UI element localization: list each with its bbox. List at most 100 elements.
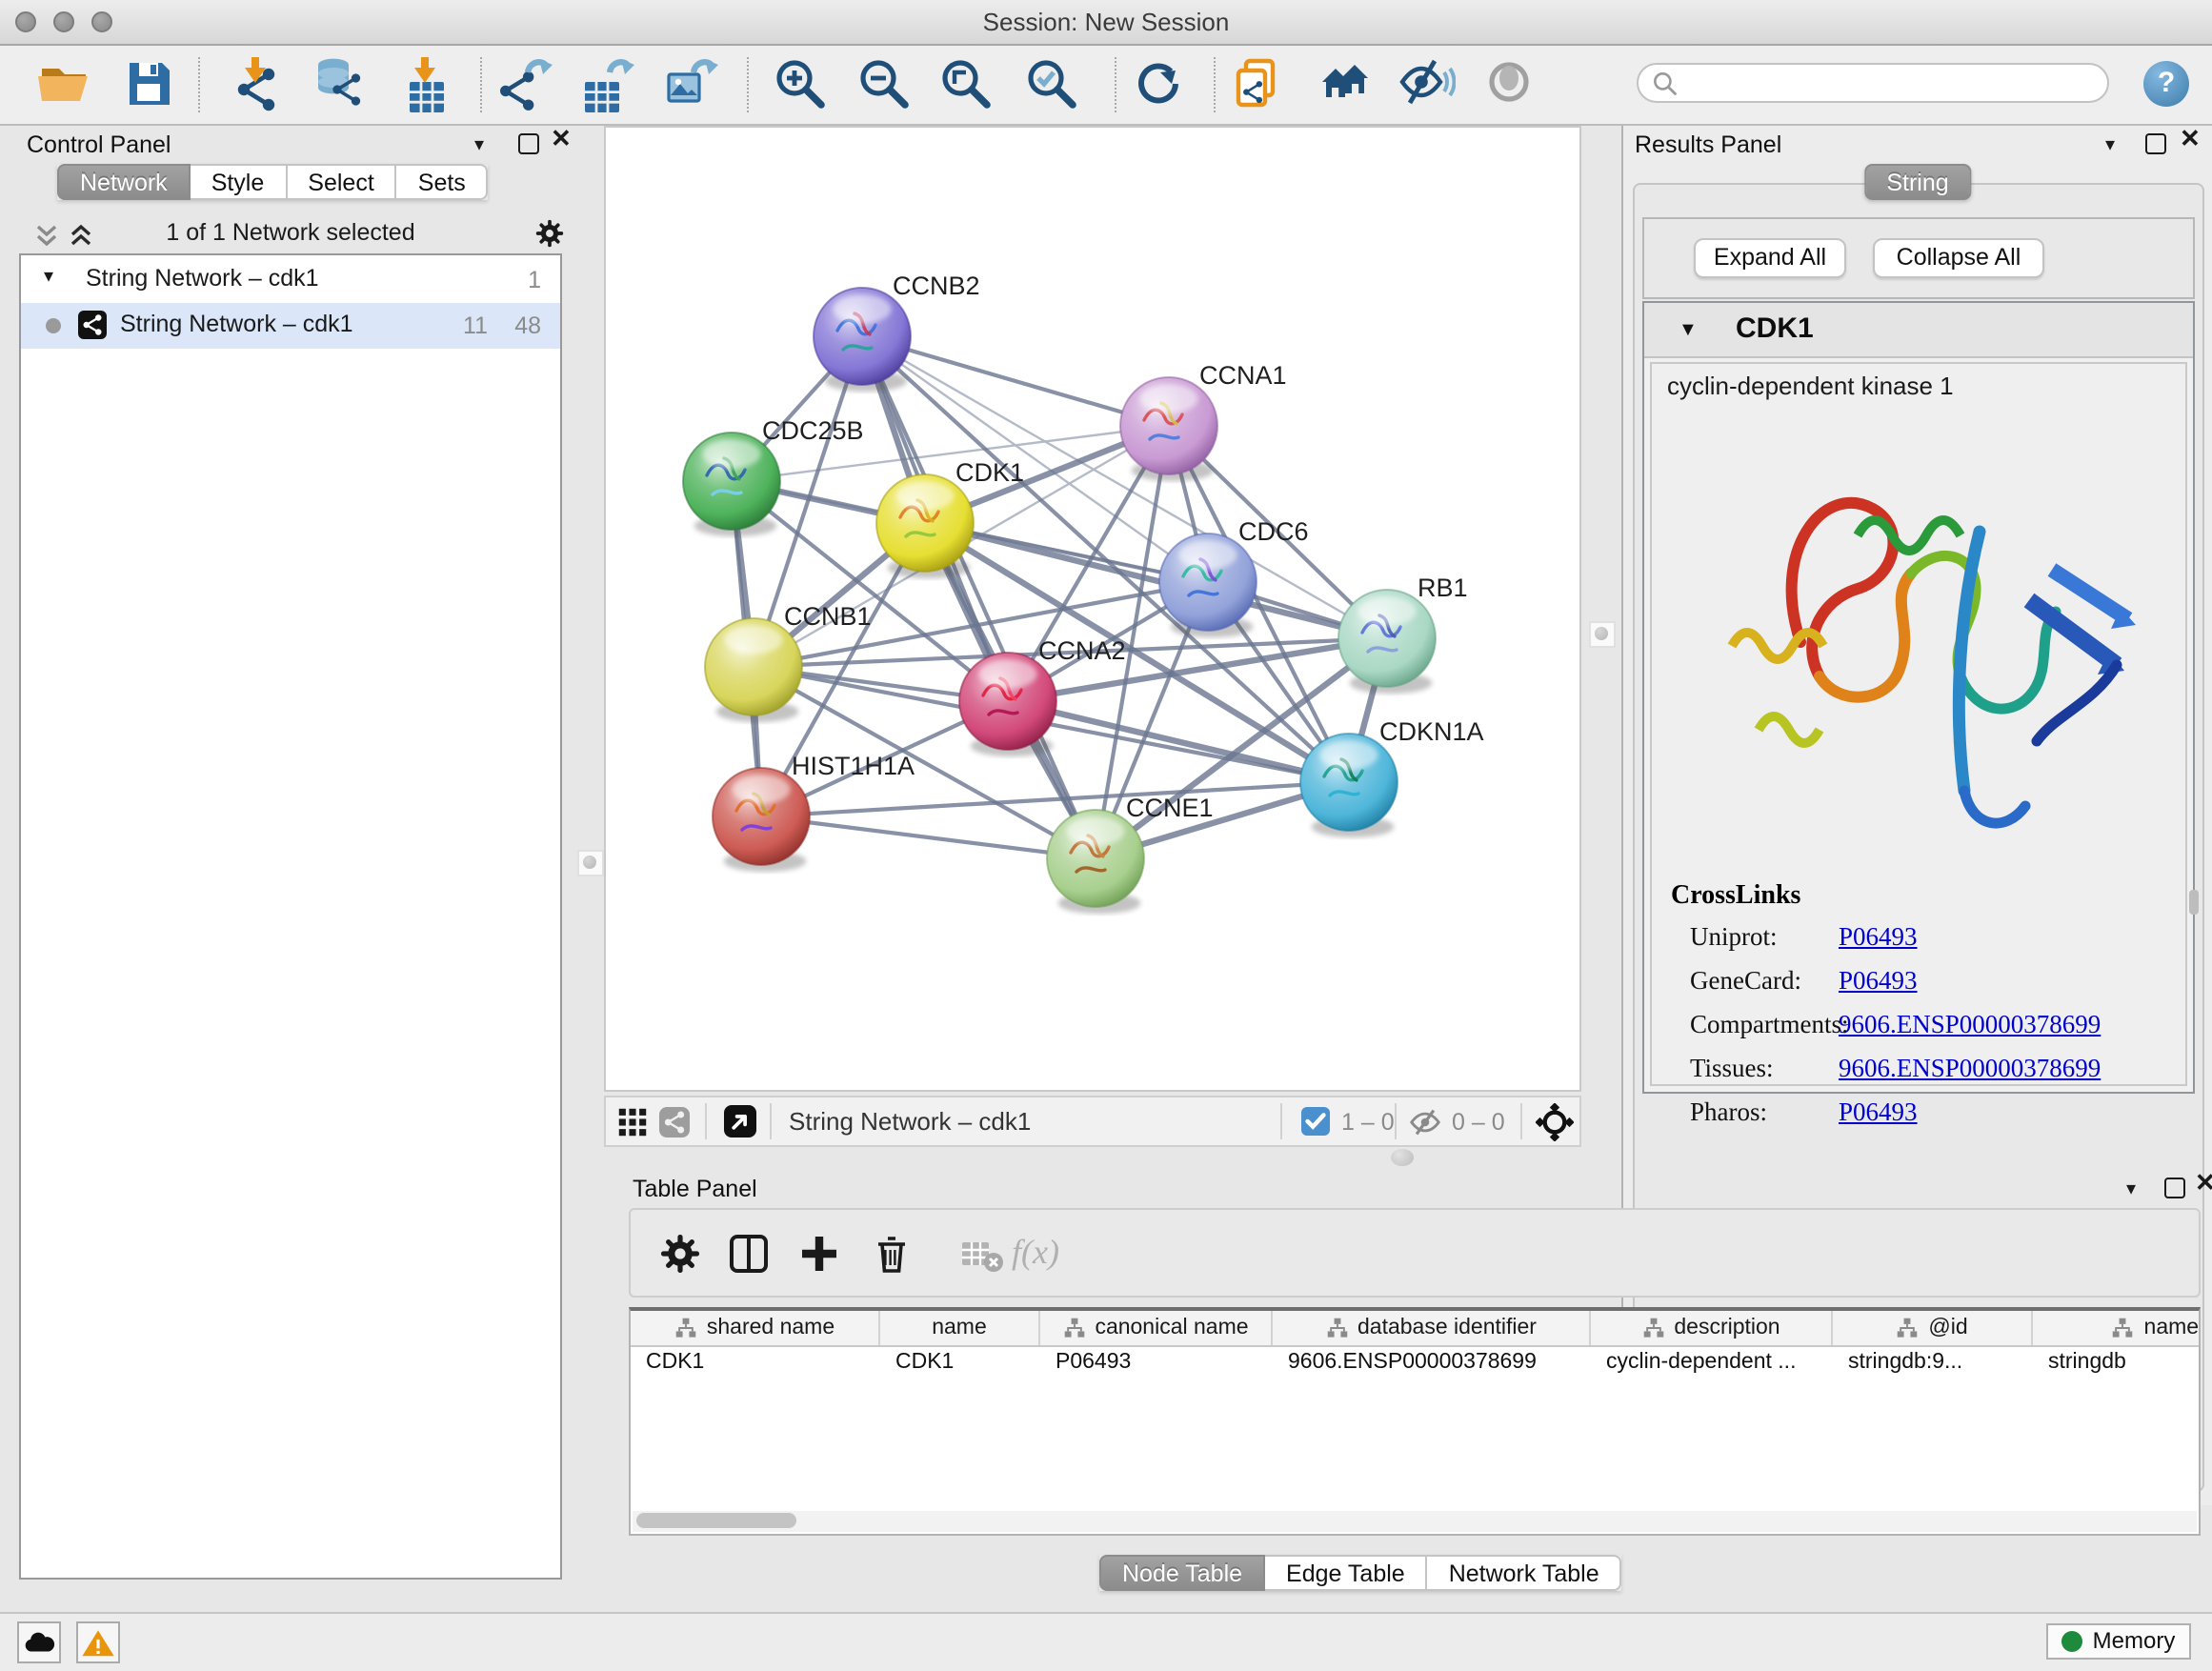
zoom-fit-content-button[interactable] [937,55,995,112]
birdseye-grid-icon[interactable] [617,1107,648,1147]
network-overview-share-icon[interactable] [659,1107,690,1137]
tab-node-table[interactable]: Node Table [1099,1555,1265,1591]
node-CCNA1[interactable] [1120,377,1217,481]
table-cell[interactable]: CDK1 [631,1351,880,1381]
table-cell[interactable]: stringdb [2033,1351,2201,1381]
results-panel-menu-caret-icon[interactable]: ▾ [2105,135,2115,158]
detach-view-arrow-icon[interactable] [724,1105,756,1137]
export-network-button[interactable] [495,55,553,112]
create-column-plus-icon[interactable] [796,1231,842,1277]
search-input[interactable] [1688,67,2096,103]
results-tab-string[interactable]: String [1863,164,1971,200]
column-header-database-identifier[interactable]: database identifier [1273,1311,1591,1345]
hide-selected-button[interactable] [1398,55,1456,112]
control-panel-close-icon[interactable]: ✕ [551,128,572,151]
export-table-button[interactable] [577,55,634,112]
tab-edge-table[interactable]: Edge Table [1265,1555,1428,1591]
save-session-button[interactable] [122,55,179,112]
import-network-from-file-button[interactable] [229,55,286,112]
tab-style[interactable]: Style [191,164,288,200]
memory-button[interactable]: Memory [2046,1623,2191,1660]
gene-collapse-caret-icon[interactable]: ▼ [1679,320,1698,341]
tab-select[interactable]: Select [287,164,397,200]
results-panel-close-icon[interactable]: ✕ [2180,128,2201,151]
import-network-from-database-button[interactable] [311,55,368,112]
right-splitter-handle[interactable] [1589,621,1616,648]
zoom-out-button[interactable] [855,55,913,112]
search-box[interactable] [1637,63,2109,103]
column-header-namespace[interactable]: namespace [2033,1311,2201,1345]
show-columns-icon[interactable] [726,1231,772,1277]
table-cell[interactable]: 9606.ENSP00000378699 [1273,1351,1591,1381]
gene-name: CDK1 [1736,312,1814,345]
network-collection-row[interactable]: ▾ String Network – cdk1 1 [21,257,560,303]
crosslink-link[interactable]: P06493 [1839,922,1918,953]
network-edge-count: 48 [514,312,541,339]
import-table-from-file-button[interactable] [398,55,455,112]
home-networks-icon [1317,55,1374,112]
table-panel-float-icon[interactable] [2164,1178,2185,1198]
edge-CCNA2-CDKN1A[interactable] [1008,701,1349,782]
tab-sets[interactable]: Sets [397,164,489,200]
node-CDKN1A[interactable] [1300,734,1398,837]
node-CDK1[interactable] [876,474,974,578]
apply-preferred-layout-button[interactable] [1128,55,1185,112]
expand-all-button[interactable]: Expand All [1694,238,1846,278]
node-CCNE1[interactable] [1047,810,1144,914]
column-header-name[interactable]: name [880,1311,1040,1345]
table-cell[interactable]: CDK1 [880,1351,1040,1381]
crosslink-link[interactable]: P06493 [1839,1097,1918,1128]
open-session-button[interactable] [36,55,93,112]
network-canvas[interactable]: CCNB2 CCNA1 CDC25B CDK1 CDC6 RB1 CCNB1 C… [604,126,1581,1092]
home-networks-button[interactable] [1317,55,1374,112]
node-CDC25B[interactable] [683,433,780,536]
network-row-selected[interactable]: String Network – cdk1 11 48 [21,303,560,349]
crosslink-link[interactable]: 9606.ENSP00000378699 [1839,1010,2101,1040]
tab-network[interactable]: Network [57,164,191,200]
export-image-button[interactable] [661,55,718,112]
table-options-gear-icon[interactable] [657,1231,703,1277]
table-cell[interactable]: stringdb:9... [1833,1351,2033,1381]
help-button[interactable]: ? [2143,61,2189,107]
open-session-icon [36,55,93,112]
hidden-eye-slash-icon[interactable] [1408,1107,1442,1147]
selected-checkbox-icon[interactable] [1301,1107,1330,1136]
table-panel-close-icon[interactable]: ✕ [2195,1172,2212,1195]
scrollbar-thumb[interactable] [636,1513,796,1528]
column-header-canonical-name[interactable]: canonical name [1040,1311,1273,1345]
column-header-shared-name[interactable]: shared name [631,1311,880,1345]
table-cell[interactable]: P06493 [1040,1351,1273,1381]
left-splitter-handle[interactable] [577,850,604,876]
zoom-in-button[interactable] [772,55,829,112]
node-CCNA2[interactable] [959,653,1056,756]
crosshair-navigate-icon[interactable] [1536,1103,1574,1151]
table-panel-menu-caret-icon[interactable]: ▾ [2126,1179,2136,1202]
crosslink-link[interactable]: 9606.ENSP00000378699 [1839,1054,2101,1084]
node-CCNB1[interactable] [705,618,802,722]
column-header--id[interactable]: @id [1833,1311,2033,1345]
network-selected-count: 1 of 1 Network selected [19,219,562,246]
node-HIST1H1A[interactable] [713,768,810,872]
warnings-button[interactable] [76,1621,120,1663]
zoom-selected-button[interactable] [1023,55,1080,112]
horizontal-splitter-handle[interactable] [1391,1149,1414,1166]
control-panel-float-icon[interactable] [518,133,539,154]
results-panel-float-icon[interactable] [2145,133,2166,154]
tab-network-table[interactable]: Network Table [1428,1555,1622,1591]
crosslink-link[interactable]: P06493 [1839,966,1918,997]
table-cell[interactable]: cyclin-dependent ... [1591,1351,1833,1381]
collection-expand-caret-icon[interactable]: ▾ [44,267,53,288]
cloud-status-button[interactable] [17,1621,61,1663]
table-horizontal-scrollbar[interactable] [633,1511,2197,1532]
node-RB1[interactable] [1338,590,1436,694]
collapse-all-button[interactable]: Collapse All [1873,238,2044,278]
results-scrollbar-thumb[interactable] [2189,890,2199,915]
column-header-description[interactable]: description [1591,1311,1833,1345]
edge-CCNE1-HIST1H1A[interactable] [761,816,1096,858]
show-graphics-details-button[interactable] [1482,55,1539,112]
delete-column-trash-icon[interactable] [869,1231,915,1277]
gene-panel-header[interactable]: ▼ CDK1 [1644,303,2193,358]
control-panel-menu-caret-icon[interactable]: ▾ [474,135,484,158]
clone-network-button[interactable] [1231,55,1288,112]
node-table: shared namenamecanonical namedatabase id… [629,1307,2201,1536]
